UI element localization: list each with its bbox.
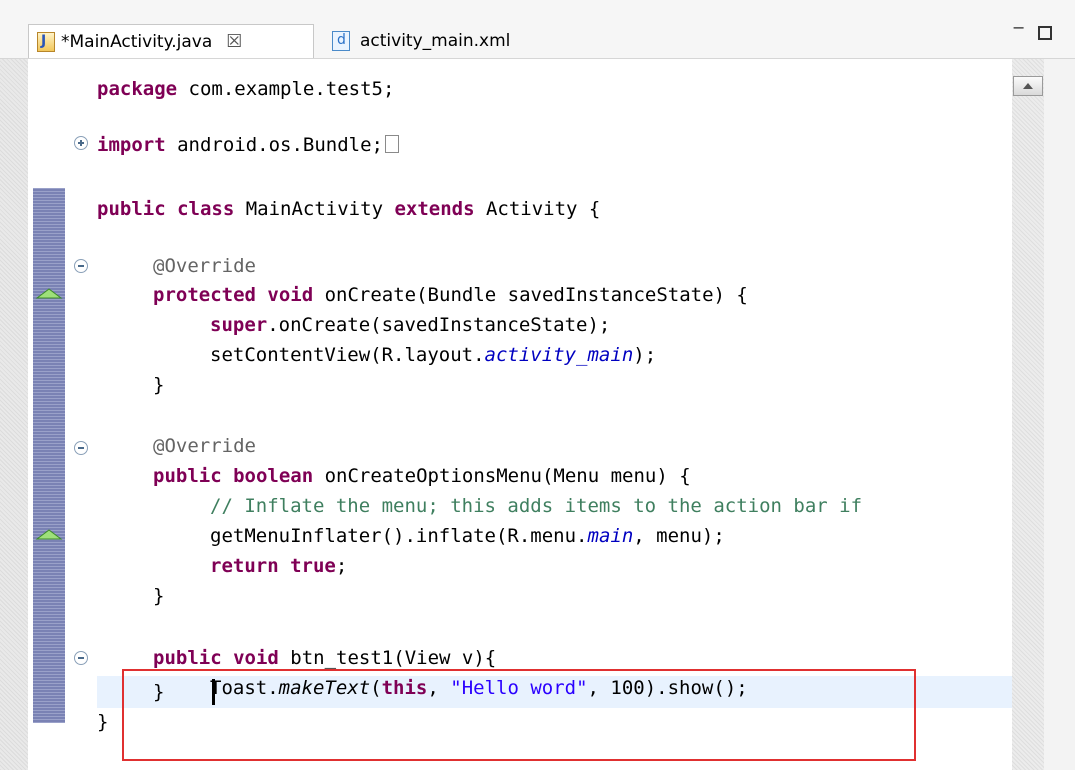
java-file-icon — [37, 31, 55, 52]
code-line: } — [153, 585, 165, 607]
xml-file-icon — [332, 31, 350, 51]
code-line: } — [97, 711, 109, 733]
code-line: public class MainActivity extends Activi… — [97, 198, 601, 220]
minimize-icon[interactable]: − — [1012, 18, 1032, 38]
tab-mainactivity-java[interactable]: *MainActivity.java ☒ — [28, 24, 314, 58]
vertical-scrollbar[interactable] — [1012, 59, 1044, 770]
code-line: package com.example.test5; — [97, 78, 395, 100]
right-margin — [1044, 59, 1075, 770]
code-line: // Inflate the menu; this adds items to … — [210, 495, 863, 517]
collapsed-imports-icon[interactable] — [384, 134, 399, 153]
highlight-annotation-box — [122, 669, 916, 761]
tab-label: activity_main.xml — [360, 31, 511, 51]
code-line: setContentView(R.layout.activity_main); — [210, 344, 657, 366]
editor-window: *MainActivity.java ☒ activity_main.xml −… — [0, 0, 1075, 770]
code-line: return true; — [210, 555, 348, 577]
left-ruler — [0, 59, 28, 770]
close-tab-icon[interactable]: ☒ — [226, 31, 242, 52]
code-line: } — [153, 374, 165, 396]
code-line: @Override — [153, 435, 256, 457]
code-line: getMenuInflater().inflate(R.menu.main, m… — [210, 525, 725, 547]
code-line: public boolean onCreateOptionsMenu(Menu … — [153, 465, 691, 487]
code-editor[interactable]: package com.example.test5; import androi… — [0, 59, 1075, 770]
code-line: import android.os.Bundle; — [97, 129, 399, 162]
editor-tab-bar: *MainActivity.java ☒ activity_main.xml − — [0, 0, 1075, 59]
expand-fold-icon[interactable] — [74, 136, 88, 150]
tab-activity-main-xml[interactable]: activity_main.xml — [326, 24, 616, 58]
override-indicator-bar — [33, 188, 65, 723]
collapse-fold-icon[interactable] — [74, 651, 88, 665]
collapse-fold-icon[interactable] — [74, 259, 88, 273]
tab-label: *MainActivity.java — [61, 31, 213, 52]
code-line: protected void onCreate(Bundle savedInst… — [153, 284, 748, 306]
override-marker-icon — [33, 287, 65, 299]
code-line: super.onCreate(savedInstanceState); — [210, 314, 611, 336]
collapse-fold-icon[interactable] — [74, 441, 88, 455]
scroll-up-icon[interactable] — [1013, 76, 1043, 96]
override-marker-icon — [33, 528, 65, 540]
maximize-icon[interactable] — [1038, 26, 1052, 40]
